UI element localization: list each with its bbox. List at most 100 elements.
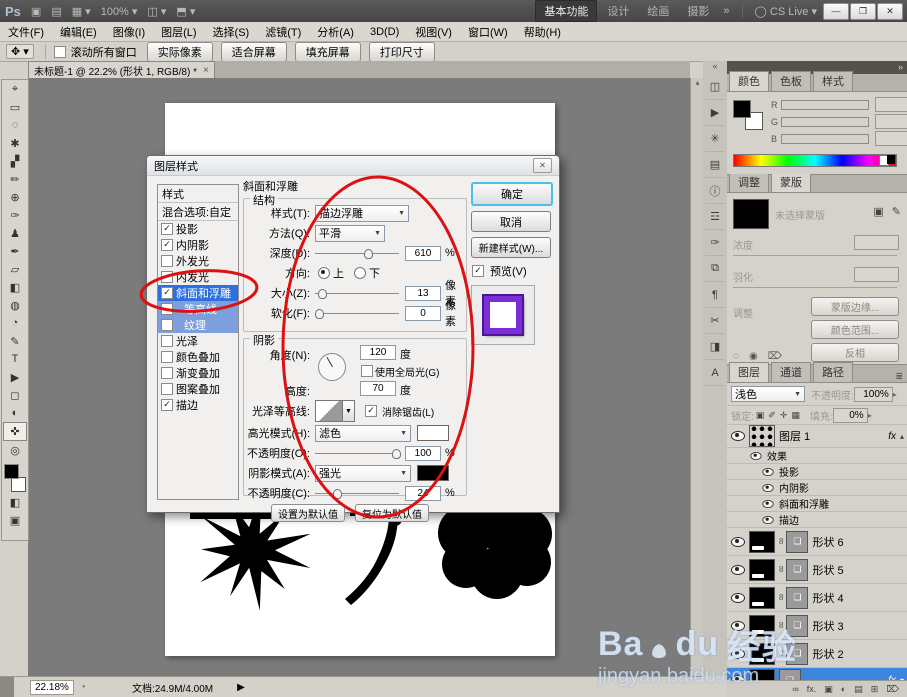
fill-thumbnail[interactable] xyxy=(749,531,775,553)
feather-slider[interactable] xyxy=(733,287,897,288)
channel-value[interactable]: 0 xyxy=(875,97,907,112)
panel-tab[interactable]: 蒙版 xyxy=(771,172,811,192)
style-list-item[interactable]: 图案叠加 xyxy=(158,381,238,397)
menu-item[interactable]: 滤镜(T) xyxy=(257,22,309,42)
visibility-eye-icon[interactable] xyxy=(731,537,745,547)
highlight-opacity-value[interactable]: 100 xyxy=(405,446,441,461)
zoom-tool[interactable]: ◎ xyxy=(4,441,26,459)
style-list-item[interactable]: 纹理 xyxy=(158,317,238,333)
view-extras-icon[interactable]: ▦ ▾ xyxy=(72,5,91,18)
workspace-button[interactable]: 基本功能 xyxy=(535,0,597,22)
menu-item[interactable]: 帮助(H) xyxy=(516,22,569,42)
effect-row[interactable]: 投影 xyxy=(727,464,907,480)
shape-layer-row[interactable]: 8 ❏ 形状 5 xyxy=(727,556,907,584)
direction-down-radio[interactable] xyxy=(354,267,366,279)
gloss-contour-thumbnail[interactable] xyxy=(315,400,343,422)
fill-thumbnail[interactable] xyxy=(749,559,775,581)
panel-tab[interactable]: 图层 xyxy=(729,362,769,382)
new-style-button[interactable]: 新建样式(W)... xyxy=(471,237,551,258)
crop-tool[interactable]: ▞ xyxy=(4,152,26,170)
fill-spinner-icon[interactable]: ▸ xyxy=(868,411,872,420)
screen-mode-icon[interactable]: ⬒ ▾ xyxy=(176,5,195,18)
style-list-item[interactable]: 光泽 xyxy=(158,333,238,349)
vector-mask-thumbnail[interactable]: ❏ xyxy=(786,615,808,637)
size-value[interactable]: 13 xyxy=(405,286,441,301)
density-value[interactable] xyxy=(854,235,899,250)
color-spectrum-bar[interactable] xyxy=(733,154,897,167)
eyedropper-tool[interactable]: ✏ xyxy=(4,170,26,188)
visibility-eye-icon[interactable] xyxy=(762,500,773,508)
panel-tab[interactable]: 颜色 xyxy=(729,71,769,91)
visibility-eye-icon[interactable] xyxy=(731,431,745,441)
channel-value[interactable]: 0 xyxy=(875,114,907,129)
mask-action-button[interactable]: 颜色范围... xyxy=(811,320,899,339)
direction-up-radio[interactable] xyxy=(318,267,330,279)
quick-mask-icon[interactable]: ◧ xyxy=(4,493,26,511)
style-list-item[interactable]: 斜面和浮雕 xyxy=(158,285,238,301)
technique-select[interactable]: 平滑▼ xyxy=(315,225,385,242)
panel-tab[interactable]: 通道 xyxy=(771,362,811,382)
channel-gradient-bar[interactable] xyxy=(781,134,869,144)
actions-panel-icon[interactable]: ▶ xyxy=(705,100,725,126)
panel-color-swatch-widget[interactable] xyxy=(733,100,763,130)
menu-item[interactable]: 编辑(E) xyxy=(52,22,105,42)
notes-panel-icon[interactable]: ◨ xyxy=(705,334,725,360)
style-checkbox[interactable] xyxy=(161,255,173,267)
style-checkbox[interactable] xyxy=(161,287,173,299)
workspace-overflow-icon[interactable]: » xyxy=(723,5,729,17)
menu-item[interactable]: 分析(A) xyxy=(309,22,362,42)
vector-mask-icon[interactable]: ✎ xyxy=(892,205,901,218)
style-list-item[interactable]: 外发光 xyxy=(158,253,238,269)
view-preset-button[interactable]: 打印尺寸 xyxy=(369,42,435,62)
visibility-eye-icon[interactable] xyxy=(731,649,745,659)
gloss-contour-dropdown-icon[interactable]: ▼ xyxy=(343,400,355,422)
hand-tool-preset-icon[interactable]: ✥ ▾ xyxy=(6,44,34,59)
restore-button[interactable]: ❐ xyxy=(850,3,876,20)
pen-tool[interactable]: ✎ xyxy=(4,332,26,350)
lock-all-icon[interactable]: ▦ xyxy=(791,410,800,421)
shape-layer-row[interactable]: 8 ❏ 形状 4 xyxy=(727,584,907,612)
fill-value[interactable]: 0% xyxy=(833,408,868,423)
layer-style-icon[interactable]: fx. xyxy=(807,684,817,694)
style-checkbox[interactable] xyxy=(161,383,173,395)
clone-source-panel-icon[interactable]: ⧉ xyxy=(705,256,725,282)
new-group-icon[interactable]: ▤ xyxy=(854,684,863,695)
style-checkbox[interactable] xyxy=(161,271,173,283)
brush-tool[interactable]: ✑ xyxy=(4,206,26,224)
style-list-item[interactable]: 渐变叠加 xyxy=(158,365,238,381)
blending-options-item[interactable]: 混合选项:自定 xyxy=(158,203,238,221)
menu-item[interactable]: 文件(F) xyxy=(0,22,52,42)
style-checkbox[interactable] xyxy=(161,351,173,363)
color-channel-row[interactable]: R 0 xyxy=(771,96,907,113)
vector-mask-thumbnail[interactable]: ❏ xyxy=(786,531,808,553)
style-list-item[interactable]: 内阴影 xyxy=(158,237,238,253)
menu-item[interactable]: 窗口(W) xyxy=(460,22,516,42)
menu-item[interactable]: 选择(S) xyxy=(205,22,258,42)
altitude-value[interactable]: 70 xyxy=(360,381,396,396)
global-light-checkbox[interactable] xyxy=(361,365,373,377)
opacity-value[interactable]: 100% xyxy=(854,387,893,402)
mask-view-icon[interactable]: ◉ xyxy=(749,351,758,362)
shape-layer-row[interactable]: 8 ❏ 形状 3 xyxy=(727,612,907,640)
shadow-mode-select[interactable]: 强光▼ xyxy=(315,465,411,482)
fill-thumbnail[interactable] xyxy=(749,643,775,665)
zoom-percent-field[interactable]: 22.18% xyxy=(30,680,74,695)
style-checkbox[interactable] xyxy=(161,303,173,315)
link-layers-icon[interactable]: ∞ xyxy=(792,684,798,694)
style-list-item[interactable]: 内发光 xyxy=(158,269,238,285)
shadow-opacity-slider[interactable] xyxy=(315,487,399,499)
brush-panel-icon[interactable]: ✑ xyxy=(705,230,725,256)
visibility-eye-icon[interactable] xyxy=(762,468,773,476)
color-channel-row[interactable]: B 0 xyxy=(771,130,907,147)
arrange-documents-icon[interactable]: ◫ ▾ xyxy=(147,5,166,18)
preview-checkbox[interactable] xyxy=(472,265,484,277)
expand-dock-icon[interactable]: « xyxy=(712,61,717,74)
style-list-item[interactable]: 等高线 xyxy=(158,301,238,317)
panel-tab[interactable]: 调整 xyxy=(729,172,769,192)
vector-mask-thumbnail[interactable]: ❏ xyxy=(786,559,808,581)
delete-layer-icon[interactable]: ⌦ xyxy=(886,684,899,695)
minimize-button[interactable]: — xyxy=(823,3,849,20)
history-brush-tool[interactable]: ✒ xyxy=(4,242,26,260)
color-channel-row[interactable]: G 0 xyxy=(771,113,907,130)
visibility-eye-icon[interactable] xyxy=(762,516,773,524)
